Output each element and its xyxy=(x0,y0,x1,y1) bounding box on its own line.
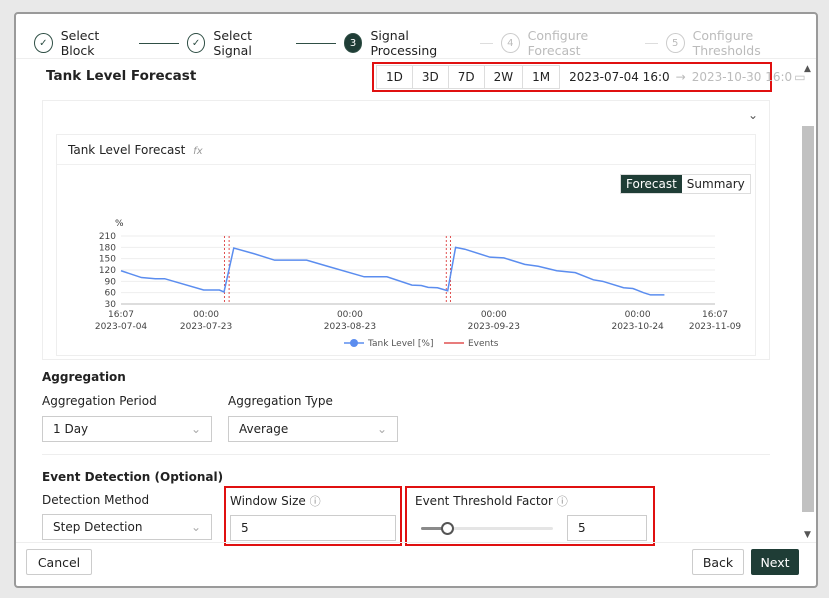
chart-title: Tank Level Forecast fx xyxy=(68,143,203,157)
chevron-down-icon: ⌄ xyxy=(190,520,201,534)
step-select-signal[interactable]: ✓ Select Signal xyxy=(186,28,289,58)
time-range-picker: 1D 3D 7D 2W 1M 2023-07-04 16:0 → 2023-10… xyxy=(372,62,806,92)
window-size-group: Window Size ⓘ 5 xyxy=(224,486,402,546)
range-3d-button[interactable]: 3D xyxy=(411,65,449,89)
scrollbar-thumb[interactable] xyxy=(802,126,814,512)
chart-title-text: Tank Level Forecast xyxy=(68,143,186,157)
step-connector xyxy=(479,42,493,44)
aggregation-type-label: Aggregation Type xyxy=(228,394,333,408)
selected-value: Average xyxy=(239,422,289,436)
info-icon[interactable]: ⓘ xyxy=(310,495,321,508)
y-tick-label: 120 xyxy=(99,266,116,276)
back-button[interactable]: Back xyxy=(692,549,744,575)
check-icon: ✓ xyxy=(34,33,53,53)
legend-events-label: Events xyxy=(468,339,499,349)
check-icon: ✓ xyxy=(186,33,206,53)
aggregation-heading: Aggregation xyxy=(42,370,126,384)
scroll-up-icon[interactable]: ▲ xyxy=(804,64,811,74)
scroll-down-icon[interactable]: ▼ xyxy=(804,530,811,540)
slider-handle[interactable] xyxy=(441,522,455,535)
window-size-input[interactable]: 5 xyxy=(230,515,396,541)
fx-icon: fx xyxy=(193,146,203,157)
page-title: Tank Level Forecast xyxy=(46,68,197,84)
x-tick-date: 2023-08-23 xyxy=(324,322,376,332)
threshold-input[interactable]: 5 xyxy=(567,515,647,541)
divider xyxy=(16,58,816,59)
y-tick-label: 30 xyxy=(105,300,117,310)
x-tick-date: 2023-09-23 xyxy=(468,322,520,332)
y-tick-label: 150 xyxy=(99,255,116,265)
divider xyxy=(42,454,770,455)
x-tick-time: 00:00 xyxy=(481,310,507,320)
chevron-down-icon[interactable]: ⌄ xyxy=(748,108,758,122)
step-connector xyxy=(139,42,179,44)
chevron-down-icon: ⌄ xyxy=(190,422,201,436)
threshold-slider[interactable] xyxy=(421,522,553,535)
end-date-input[interactable]: 2023-10-30 16:0 xyxy=(692,70,793,84)
arrow-right-icon: → xyxy=(675,70,686,84)
step-label: Select Block xyxy=(60,28,100,58)
label-text: Event Threshold Factor xyxy=(415,494,553,508)
step-label: Configure Thresholds xyxy=(692,28,761,58)
step-connector xyxy=(296,42,336,44)
window-size-label: Window Size ⓘ xyxy=(230,493,321,509)
x-tick-time: 16:07 xyxy=(702,310,728,320)
info-icon[interactable]: ⓘ xyxy=(557,495,568,508)
summary-tab[interactable]: Summary xyxy=(682,175,750,193)
y-tick-label: 60 xyxy=(105,289,117,299)
selected-value: 1 Day xyxy=(53,422,89,436)
chevron-down-icon: ⌄ xyxy=(376,422,387,436)
view-toggle: Forecast Summary xyxy=(620,174,751,194)
step-configure-thresholds: 5 Configure Thresholds xyxy=(665,28,816,58)
detection-method-select[interactable]: Step Detection ⌄ xyxy=(42,514,212,540)
stepper: ✓ Select Block ✓ Select Signal 3 Signal Pro… xyxy=(34,28,816,58)
step-label: Select Signal xyxy=(213,28,252,58)
step-label: Configure Forecast xyxy=(527,28,589,58)
event-threshold-group: Event Threshold Factor ⓘ 5 xyxy=(405,486,655,546)
forecast-tab[interactable]: Forecast xyxy=(621,175,682,193)
step-configure-forecast: 4 Configure Forecast xyxy=(500,28,637,58)
wizard-modal: ✓ Select Block ✓ Select Signal 3 Signal Pro… xyxy=(14,12,818,588)
label-text: Window Size xyxy=(230,494,306,508)
x-tick-time: 00:00 xyxy=(625,310,651,320)
cancel-button[interactable]: Cancel xyxy=(26,549,92,575)
aggregation-period-select[interactable]: 1 Day ⌄ xyxy=(42,416,212,442)
x-tick-date: 2023-11-09 xyxy=(689,322,742,332)
x-tick-time: 00:00 xyxy=(337,310,363,320)
aggregation-period-label: Aggregation Period xyxy=(42,394,157,408)
selected-value: Step Detection xyxy=(53,520,143,534)
range-1m-button[interactable]: 1M xyxy=(522,65,561,89)
tank-level-line xyxy=(120,246,665,296)
x-tick-date: 2023-07-04 xyxy=(95,322,148,332)
step-number: 3 xyxy=(343,33,363,53)
threshold-label: Event Threshold Factor ⓘ xyxy=(415,493,568,509)
x-tick-date: 2023-07-23 xyxy=(180,322,232,332)
y-tick-label: 90 xyxy=(105,277,117,287)
step-number: 4 xyxy=(500,33,520,53)
legend-series-label: Tank Level [%] xyxy=(367,339,434,349)
step-select-block[interactable]: ✓ Select Block xyxy=(34,28,131,58)
range-1d-button[interactable]: 1D xyxy=(376,65,413,89)
step-number: 5 xyxy=(665,33,685,53)
range-2w-button[interactable]: 2W xyxy=(483,65,524,89)
y-tick-label: 210 xyxy=(99,232,116,242)
range-7d-button[interactable]: 7D xyxy=(447,65,485,89)
step-signal-processing[interactable]: 3 Signal Processing xyxy=(343,28,472,58)
next-button[interactable]: Next xyxy=(751,549,799,575)
divider xyxy=(57,164,755,165)
aggregation-type-select[interactable]: Average ⌄ xyxy=(228,416,398,442)
x-tick-time: 00:00 xyxy=(193,310,219,320)
step-connector xyxy=(644,42,658,44)
x-tick-date: 2023-10-24 xyxy=(611,322,664,332)
x-tick-time: 16:07 xyxy=(108,310,134,320)
divider xyxy=(16,542,816,543)
tank-level-chart: % 3060 90120150 180210 16:07 2023-07-04 00:00 2… xyxy=(95,219,742,349)
y-tick-label: 180 xyxy=(99,243,116,253)
event-detection-heading: Event Detection (Optional) xyxy=(42,470,224,484)
legend-series-marker xyxy=(350,339,358,347)
step-label: Signal Processing xyxy=(370,28,438,58)
y-axis-unit: % xyxy=(115,219,124,229)
detection-method-label: Detection Method xyxy=(42,493,150,507)
start-date-input[interactable]: 2023-07-04 16:0 xyxy=(569,70,670,84)
